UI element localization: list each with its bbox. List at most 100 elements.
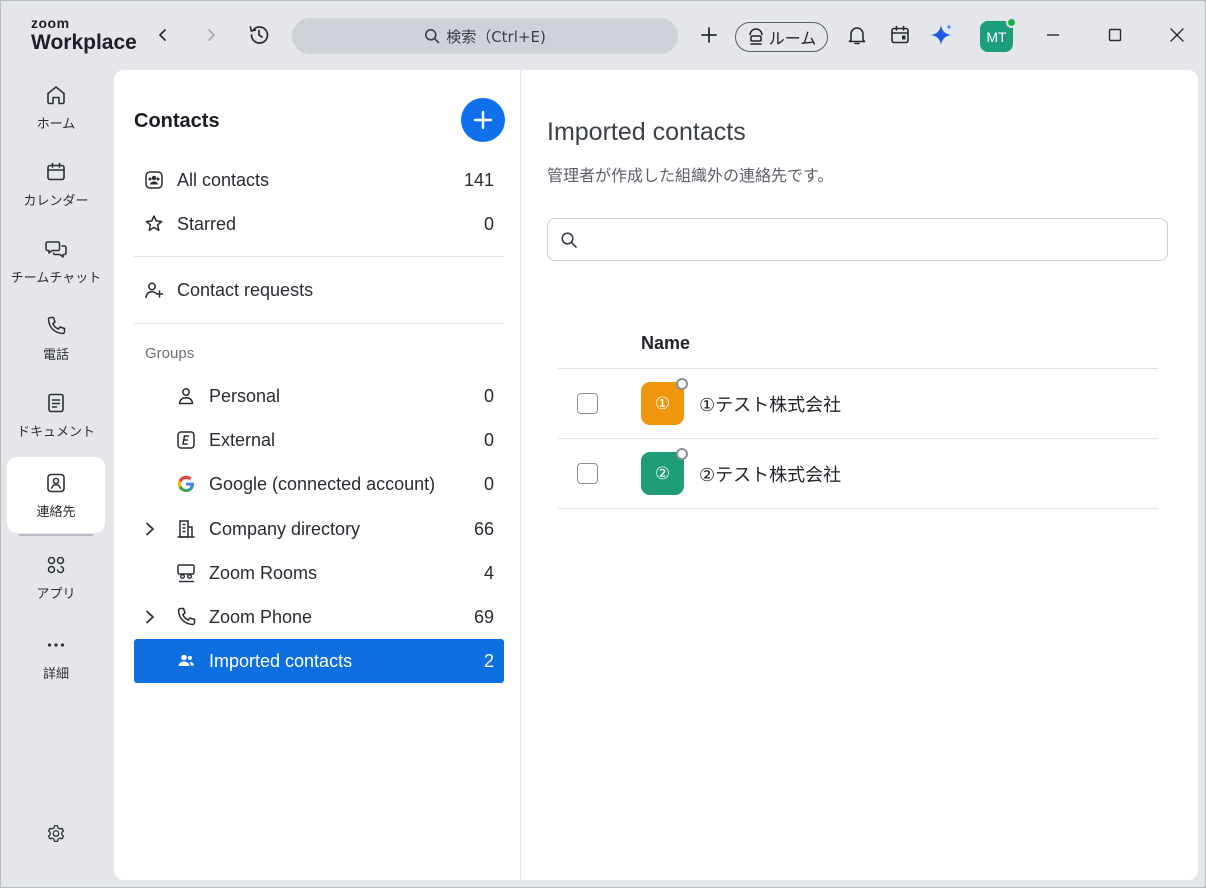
starred-item[interactable]: Starred 0	[134, 202, 504, 246]
star-icon	[142, 212, 166, 236]
table-row[interactable]: ① ①テスト株式会社	[558, 369, 1158, 438]
all-contacts-count: 141	[463, 169, 494, 190]
external-icon	[174, 428, 198, 452]
contacts-icon	[47, 473, 65, 492]
divider	[134, 256, 504, 257]
search-icon	[425, 29, 440, 44]
contact-requests-label: Contact requests	[177, 279, 314, 300]
contact-name: ②テスト株式会社	[699, 464, 842, 486]
group-count: 2	[483, 650, 494, 671]
column-header-name[interactable]: Name	[641, 333, 690, 354]
back-icon[interactable]	[150, 22, 176, 48]
contacts-book-icon	[142, 168, 166, 192]
person-icon	[174, 384, 198, 408]
group-count: 4	[483, 562, 494, 583]
avatar-glyph: ②	[654, 463, 671, 484]
logo-workplace-text: Workplace	[31, 31, 137, 54]
rail-item-home[interactable]: ホーム	[7, 69, 105, 145]
rail-item-label: ホーム	[36, 116, 76, 132]
groups-heading: Groups	[145, 345, 195, 362]
global-search-bar[interactable]: 検索（Ctrl+E)	[292, 18, 678, 54]
forward-icon[interactable]	[198, 22, 224, 48]
rail-item-label: カレンダー	[23, 193, 89, 209]
rail-item-label: チームチャット	[10, 270, 102, 286]
more-icon	[47, 642, 65, 647]
plus-icon	[473, 110, 493, 130]
people-icon	[174, 649, 198, 673]
rail-item-label: ドキュメント	[16, 424, 95, 440]
contact-name: ①テスト株式会社	[699, 394, 842, 416]
group-item-google[interactable]: Google (connected account) 0	[134, 462, 504, 506]
history-icon[interactable]	[246, 22, 272, 48]
group-item-imported-contacts[interactable]: Imported contacts 2	[134, 639, 504, 683]
imported-contacts-title: Imported contacts	[547, 118, 746, 146]
document-icon	[48, 393, 64, 412]
rail-item-docs[interactable]: ドキュメント	[7, 377, 105, 453]
rail-separator	[19, 534, 93, 536]
home-icon	[47, 85, 65, 104]
rail-item-team-chat[interactable]: チームチャット	[7, 223, 105, 299]
user-avatar[interactable]: MT	[980, 17, 1017, 52]
presence-dot	[1006, 17, 1017, 28]
zoom-rooms-icon	[174, 561, 198, 585]
group-label: Company directory	[209, 518, 361, 539]
apps-icon	[47, 556, 65, 573]
group-count: 69	[473, 606, 494, 627]
rail-item-more[interactable]: 詳細	[7, 619, 105, 695]
contact-avatar: ①	[641, 378, 688, 425]
building-icon	[174, 517, 198, 541]
rail-item-label: 詳細	[42, 666, 69, 682]
column-divider	[520, 70, 521, 880]
settings-gear-icon[interactable]	[45, 823, 69, 847]
room-label: ルーム	[768, 29, 817, 48]
rail-item-calendar[interactable]: カレンダー	[7, 146, 105, 222]
group-item-external[interactable]: External 0	[134, 418, 504, 462]
add-person-icon	[142, 278, 166, 302]
new-plus-icon[interactable]	[696, 22, 722, 48]
table-row[interactable]: ② ②テスト株式会社	[558, 439, 1158, 508]
group-label: Personal	[209, 385, 281, 406]
imported-contacts-subtitle: 管理者が作成した組織外の連絡先です。	[547, 166, 834, 185]
group-item-company-directory[interactable]: Company directory 66	[134, 507, 504, 551]
presence-status-icon	[676, 378, 688, 390]
add-contact-button[interactable]	[461, 98, 505, 142]
group-label: Zoom Rooms	[209, 562, 318, 583]
group-item-zoom-phone[interactable]: Zoom Phone 69	[134, 595, 504, 639]
contacts-title: Contacts	[134, 110, 220, 132]
group-label: Imported contacts	[209, 650, 353, 671]
row-checkbox[interactable]	[577, 393, 598, 414]
title-bar: zoom Workplace 検索（Ctrl+E) ルーム MT	[1, 1, 1206, 69]
bell-icon[interactable]	[844, 22, 870, 48]
phone-icon	[47, 316, 66, 334]
row-checkbox[interactable]	[577, 463, 598, 484]
calendar-today-icon[interactable]	[887, 22, 913, 48]
left-navigation-rail: ホーム カレンダー チームチャット 電話 ドキュメント 連絡先 アプリ 詳細	[1, 69, 113, 888]
group-count: 0	[483, 429, 494, 450]
zoom-workplace-logo: zoom Workplace	[31, 15, 137, 53]
group-item-zoom-rooms[interactable]: Zoom Rooms 4	[134, 551, 504, 595]
rail-item-contacts[interactable]: 連絡先	[7, 457, 105, 533]
group-count: 66	[473, 518, 494, 539]
maximize-icon[interactable]	[1102, 22, 1128, 48]
rail-item-phone[interactable]: 電話	[7, 300, 105, 376]
minimize-icon[interactable]	[1040, 22, 1066, 48]
starred-count: 0	[483, 213, 494, 234]
room-button[interactable]: ルーム	[735, 22, 828, 52]
close-icon[interactable]	[1164, 22, 1190, 48]
chevron-right-icon[interactable]	[144, 610, 166, 624]
contact-requests-item[interactable]: Contact requests	[134, 268, 504, 312]
group-item-personal[interactable]: Personal 0	[134, 374, 504, 418]
avatar-glyph: ①	[654, 393, 671, 414]
contacts-search-input[interactable]	[586, 220, 1167, 259]
logo-zoom-text: zoom	[31, 15, 70, 31]
group-count: 0	[483, 473, 494, 494]
contacts-panel: Contacts All contacts 141 Starred 0 Cont…	[114, 70, 1198, 880]
rail-item-label: アプリ	[36, 586, 76, 602]
chevron-right-icon[interactable]	[144, 522, 166, 536]
contacts-search-box[interactable]	[547, 218, 1168, 261]
all-contacts-item[interactable]: All contacts 141	[134, 158, 504, 202]
rail-item-label: 連絡先	[36, 504, 76, 520]
group-count: 0	[483, 385, 494, 406]
rail-item-apps[interactable]: アプリ	[7, 539, 105, 615]
ai-companion-icon[interactable]	[929, 22, 955, 48]
